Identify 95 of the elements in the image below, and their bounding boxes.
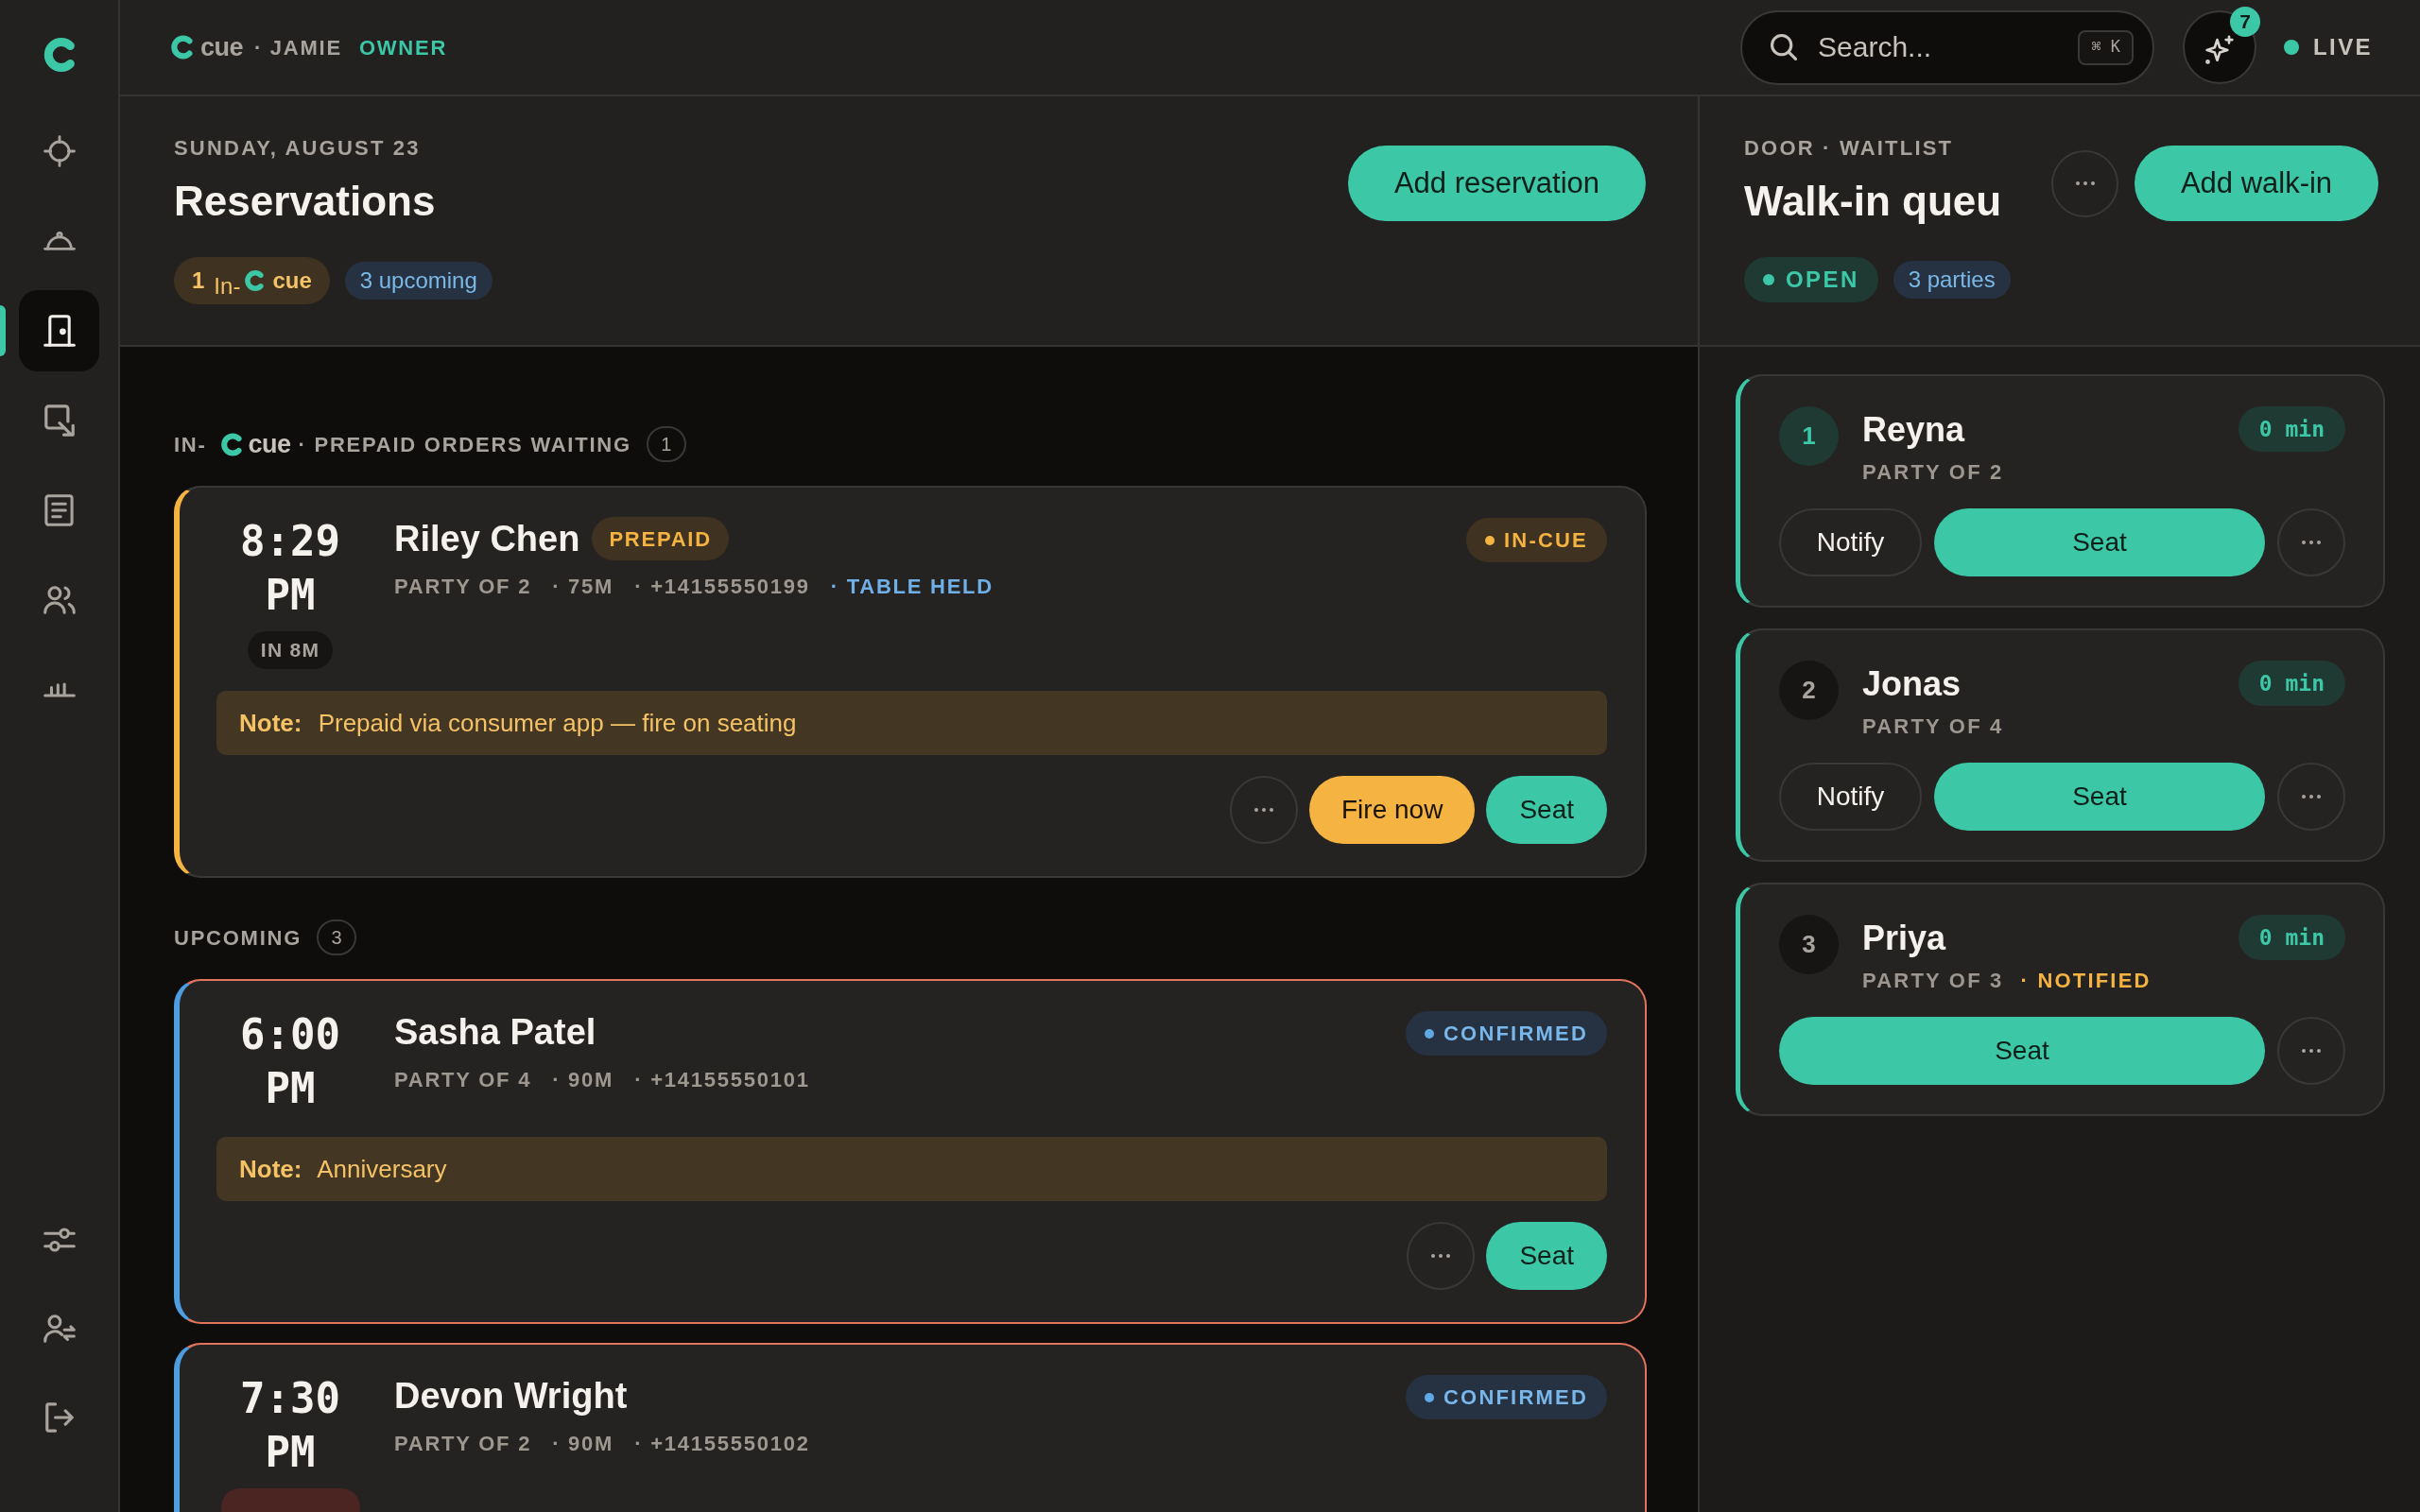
date-label: SUNDAY, AUGUST 23 [174, 135, 422, 162]
section-eyebrow: DOOR · WAITLIST [1744, 135, 1954, 162]
document-icon[interactable] [44, 494, 74, 526]
meta-text: PARTY OF 2 [394, 574, 532, 600]
meta-text: PARTY OF 2 [394, 1431, 532, 1457]
seat-button[interactable]: Seat [1934, 763, 2265, 831]
reservation-time: 8:29 [240, 516, 340, 567]
status-label: OPEN [1786, 266, 1859, 294]
page-title: Reservations [174, 177, 437, 226]
add-walk-in-button[interactable]: Add walk-in [2135, 146, 2378, 221]
live-label: LIVE [2313, 33, 2373, 61]
time-period: PM [265, 1063, 316, 1114]
cloche-icon[interactable] [43, 232, 76, 250]
user-switch-icon[interactable] [43, 1314, 76, 1343]
more-icon [2302, 795, 2321, 799]
user-name: · JAMIE [253, 34, 342, 61]
notify-button[interactable]: Notify [1779, 508, 1922, 576]
logo-icon [42, 36, 77, 74]
guest-name: Devon Wright [394, 1375, 628, 1418]
party-size: PARTY OF 4 [1862, 713, 2004, 740]
meta-text: · +14155550101 [634, 1067, 810, 1093]
time-period: PM [265, 570, 316, 621]
search-icon [1771, 33, 1798, 60]
logo-icon [170, 34, 194, 60]
meta-text: · TABLE HELD [830, 574, 994, 600]
status-label: IN-CUE [1504, 527, 1588, 554]
users-icon[interactable] [43, 586, 76, 614]
more-icon [2302, 1049, 2321, 1053]
fire-now-button[interactable]: Fire now [1309, 776, 1476, 844]
active-indicator [0, 305, 6, 356]
shortcut-key: ⌘ K [2078, 29, 2135, 65]
brand-name: cue [248, 428, 291, 460]
section-label: · PREPAID ORDERS WAITING [298, 431, 631, 458]
reservation-time: 6:00 [240, 1009, 340, 1060]
door-icon [43, 315, 76, 347]
section-label: IN- [174, 431, 207, 458]
note-text: Note: Anniversary [239, 1153, 447, 1185]
queue-position: 3 [1779, 915, 1839, 974]
party-size: PARTY OF 3 [1862, 968, 2004, 994]
meta-text: PARTY OF 4 [394, 1067, 532, 1093]
note-text: Note: Prepaid via consumer app — fire on seating [239, 707, 797, 739]
more-icon [2302, 541, 2321, 544]
party-size: PARTY OF 2 [1862, 459, 2004, 486]
seat-button[interactable]: Seat [1486, 1222, 1607, 1290]
guest-name: Riley Chen [394, 518, 580, 560]
count-pill: 3 parties [1893, 261, 2011, 299]
logout-icon[interactable] [44, 1402, 74, 1433]
queue-position: 1 [1779, 406, 1839, 466]
seat-button[interactable]: Seat [1779, 1017, 2265, 1085]
bar-chart-icon[interactable] [43, 682, 76, 697]
count-badge: 3 [317, 919, 357, 955]
panel-title: Walk-in queu [1744, 177, 2002, 226]
more-icon [1431, 1254, 1451, 1258]
pill-prefix: In- [214, 272, 241, 301]
pill-count: 1 [192, 266, 205, 295]
meta-text: · 90M [552, 1431, 614, 1457]
box-arrow-icon[interactable] [43, 404, 75, 437]
notify-button[interactable]: Notify [1779, 763, 1922, 831]
crosshair-icon[interactable] [43, 135, 76, 167]
logo-icon [219, 431, 243, 457]
guest-name: Jonas [1862, 663, 1962, 705]
meta-text: · 90M [552, 1067, 614, 1093]
sparkle-icon [2205, 34, 2235, 64]
time-period: PM [265, 1427, 316, 1478]
more-icon [1254, 808, 1273, 812]
add-reservation-button[interactable]: Add reservation [1348, 146, 1646, 221]
wait-time-badge: 0 min [2238, 915, 2345, 960]
countdown-badge: IN 8M [247, 631, 334, 669]
guest-name: Sasha Patel [394, 1011, 596, 1054]
sidebar-item[interactable] [19, 290, 99, 371]
role-label: OWNER [358, 34, 448, 61]
seat-button[interactable]: Seat [1934, 508, 2265, 576]
wait-time-badge: 0 min [2238, 406, 2345, 452]
meta-text: · +14155550199 [634, 574, 810, 600]
seat-button[interactable]: Seat [1486, 776, 1607, 844]
prepaid-tag: PREPAID [592, 517, 729, 560]
count-pill: 3 upcoming [344, 262, 493, 300]
status-label: CONFIRMED [1443, 1384, 1588, 1411]
queue-position: 2 [1779, 661, 1839, 720]
count-badge: 1 [646, 426, 686, 462]
brand-name: cue [272, 266, 312, 295]
guest-name: Priya [1862, 918, 1946, 959]
sliders-icon[interactable] [43, 1228, 76, 1252]
status-label: CONFIRMED [1443, 1021, 1588, 1047]
section-label: UPCOMING [174, 924, 302, 952]
meta-text: · +14155550102 [634, 1431, 810, 1457]
reservation-time: 7:30 [240, 1373, 340, 1424]
notification-badge: 7 [2230, 7, 2261, 37]
meta-text: · 75M [552, 574, 614, 600]
more-icon [2075, 181, 2095, 185]
brand-name: cue [200, 31, 243, 63]
wait-time-badge: 0 min [2238, 661, 2345, 706]
notified-label: · NOTIFIED [2020, 968, 2152, 994]
guest-name: Reyna [1862, 409, 1965, 451]
logo-icon [244, 269, 266, 292]
